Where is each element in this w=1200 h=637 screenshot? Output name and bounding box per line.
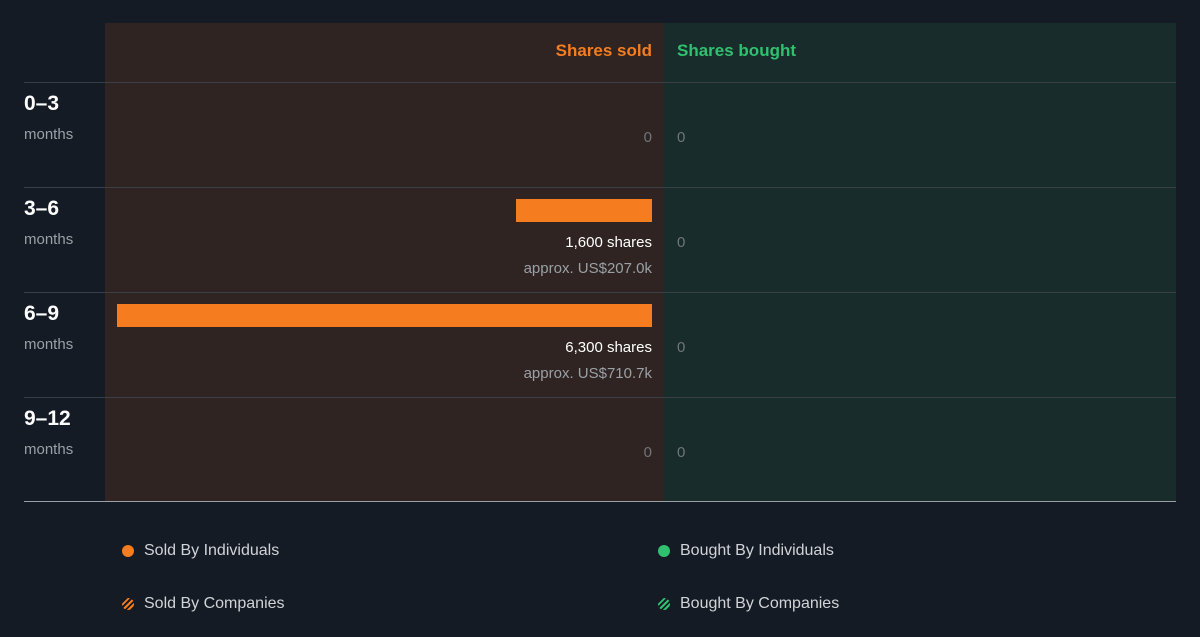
sold-shares-label: 1,600 shares: [565, 234, 652, 251]
legend-label: Sold By Companies: [144, 595, 285, 612]
orange-dot-icon: [122, 545, 134, 557]
legend-bought-companies: Bought By Companies: [658, 594, 839, 614]
legend-sold-companies: Sold By Companies: [122, 594, 285, 614]
shares-sold-header: Shares sold: [555, 41, 652, 60]
legend-label: Bought By Companies: [680, 595, 840, 612]
legend-label: Sold By Individuals: [144, 542, 280, 559]
legend-bought-individuals: Bought By Individuals: [658, 541, 834, 561]
row-divider: [24, 397, 1176, 398]
period-unit: months: [24, 126, 74, 143]
sold-bar: [117, 304, 652, 327]
green-dot-icon: [658, 545, 670, 557]
legend-sold-individuals: Sold By Individuals: [122, 541, 279, 561]
period-unit: months: [24, 336, 74, 353]
period-unit: months: [24, 231, 74, 248]
period-label: 3–6: [24, 197, 60, 220]
period-label: 0–3: [24, 92, 60, 115]
bought-zero-label: 0: [677, 444, 686, 461]
row-divider: [24, 187, 1176, 188]
sold-value-label: approx. US$207.0k: [523, 260, 652, 277]
row-divider: [24, 292, 1176, 293]
insider-trading-chart: Shares sold Shares bought 0–3 months 0 0…: [0, 0, 1200, 637]
sold-bar: [516, 199, 652, 222]
shares-bought-column: [664, 23, 1176, 502]
green-hatched-dot-icon: [658, 598, 670, 610]
shares-bought-header: Shares bought: [677, 41, 797, 60]
period-label: 6–9: [24, 302, 60, 325]
bought-zero-label: 0: [677, 129, 686, 146]
bought-zero-label: 0: [677, 339, 686, 356]
sold-zero-label: 0: [643, 129, 652, 146]
period-label: 9–12: [24, 407, 71, 430]
sold-value-label: approx. US$710.7k: [523, 365, 652, 382]
legend-label: Bought By Individuals: [680, 542, 834, 559]
orange-hatched-dot-icon: [122, 598, 134, 610]
sold-shares-label: 6,300 shares: [565, 339, 652, 356]
bought-zero-label: 0: [677, 234, 686, 251]
sold-zero-label: 0: [643, 444, 652, 461]
row-divider: [24, 82, 1176, 83]
period-unit: months: [24, 441, 74, 458]
baseline: [24, 501, 1176, 502]
